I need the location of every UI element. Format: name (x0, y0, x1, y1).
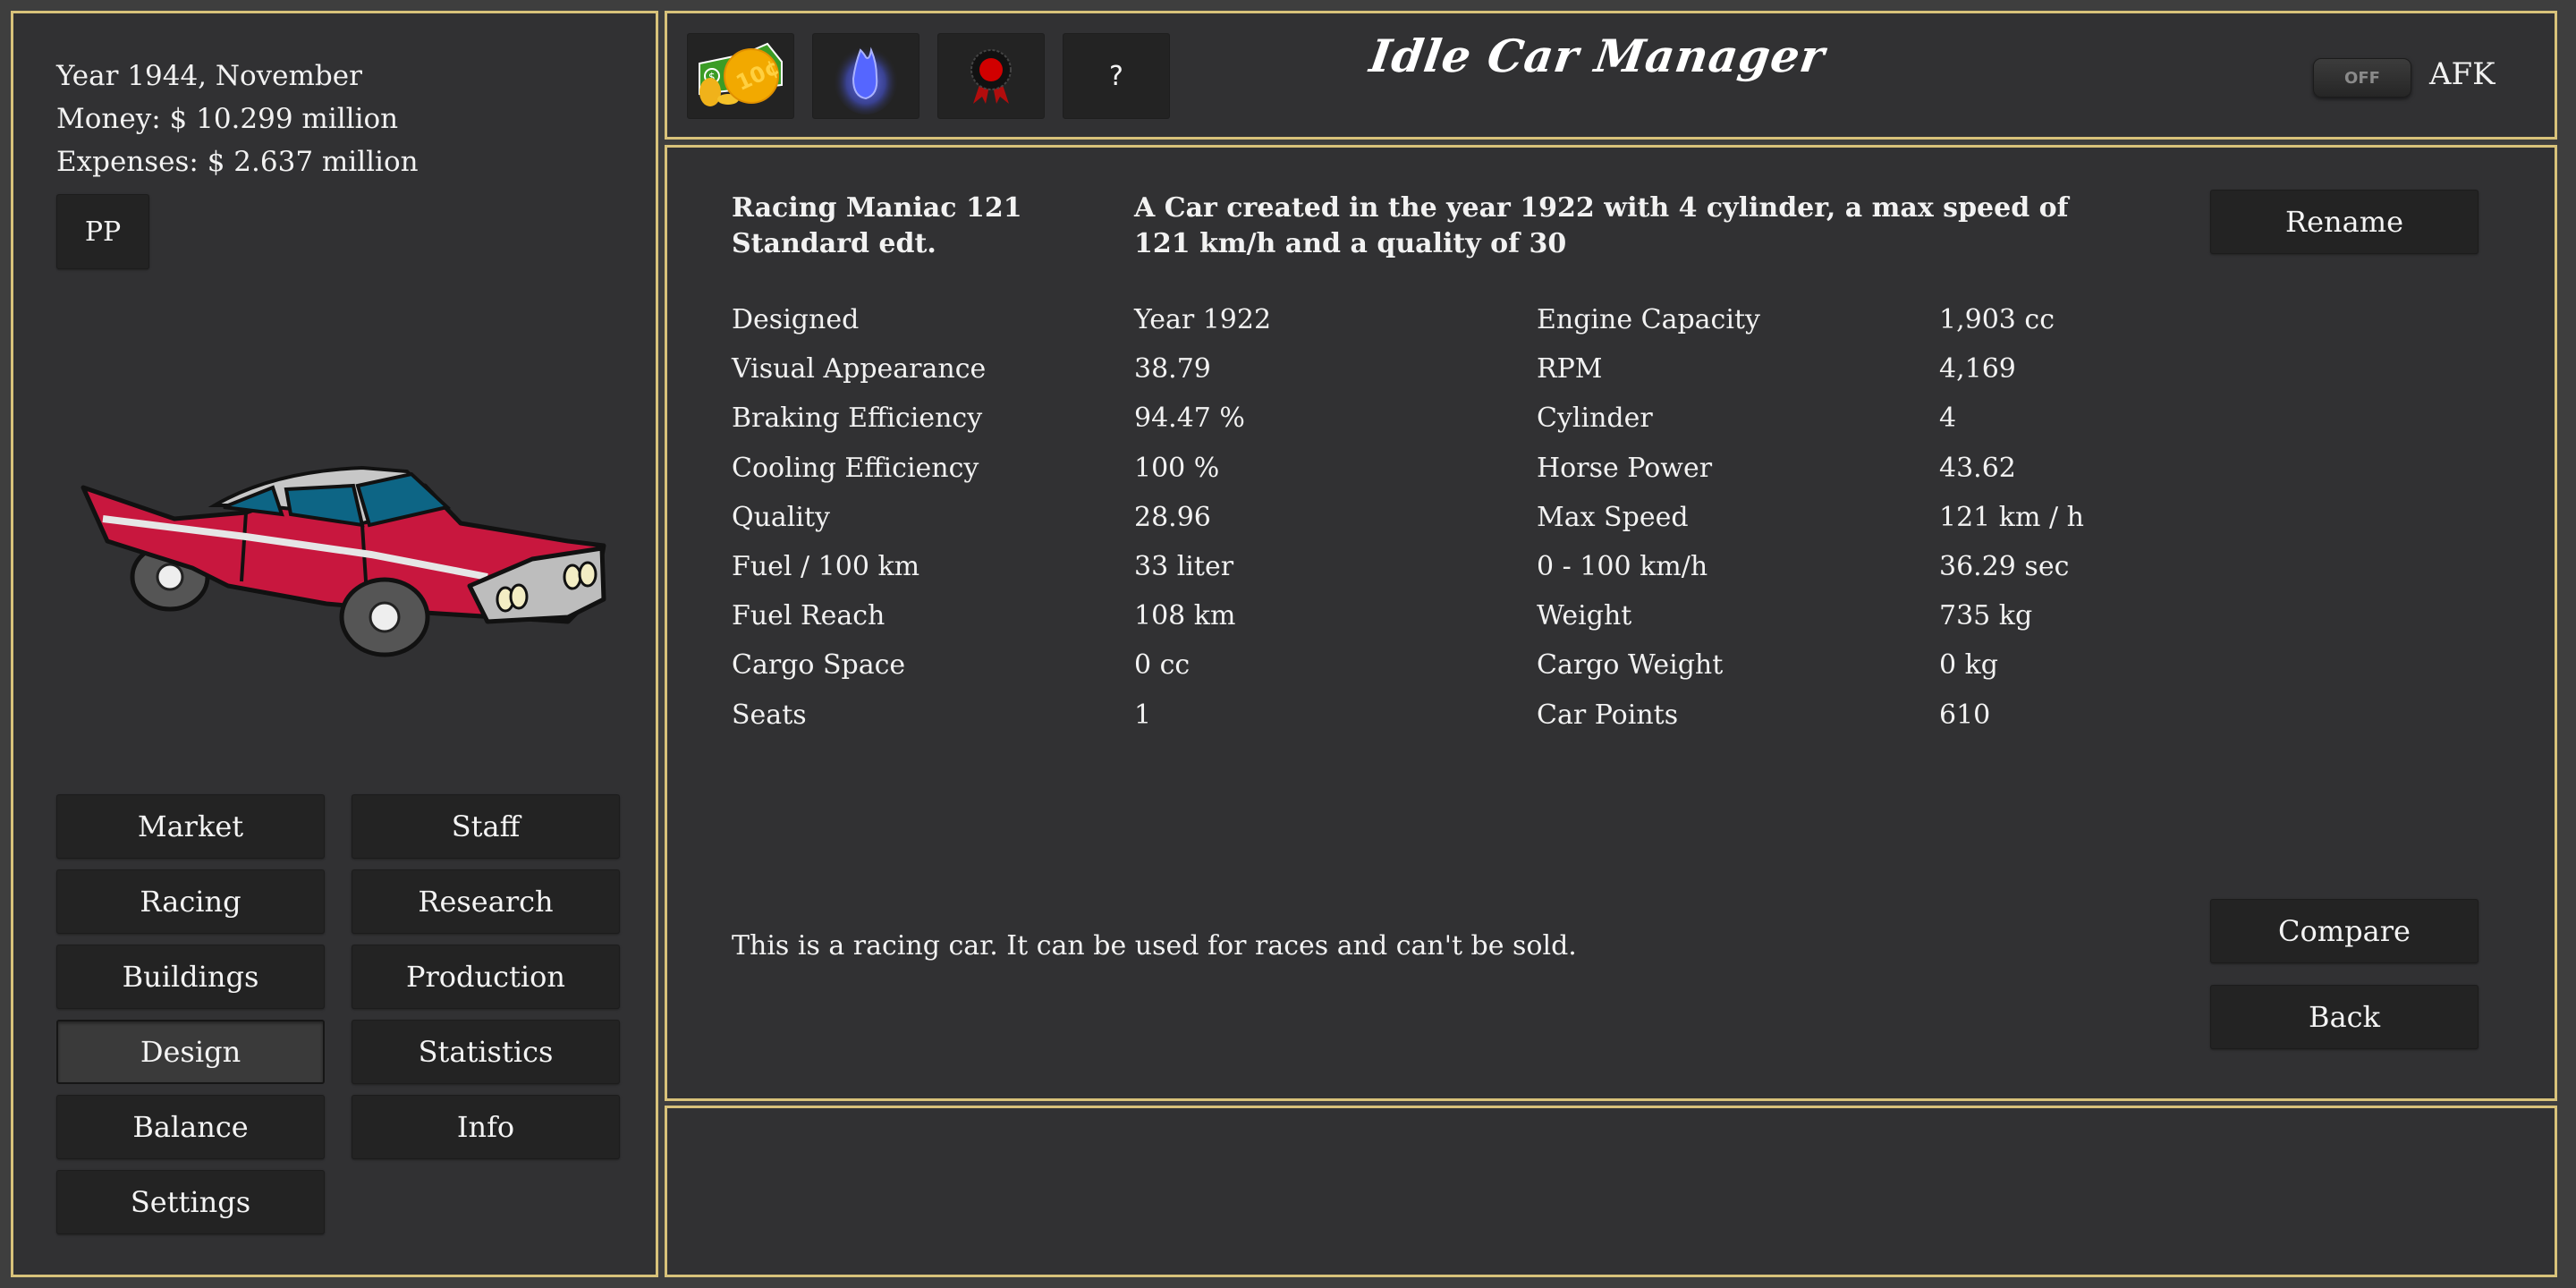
stat-label: Braking Efficiency (732, 402, 983, 435)
stat-label: Designed (732, 304, 860, 335)
stats-right-values: 1,903 cc 4,169 4 43.62 121 km / h 36.29 … (1939, 295, 2084, 740)
stat-label: Quality (732, 501, 830, 533)
nav-racing-button[interactable]: Racing (56, 869, 325, 934)
stat-label: Cylinder (1537, 402, 1653, 435)
stats-left-values: Year 1922 38.79 94.47 % 100 % 28.96 33 l… (1134, 295, 1271, 740)
compare-button[interactable]: Compare (2210, 899, 2479, 963)
stat-value: 94.47 % (1134, 402, 1245, 435)
car-name: Racing Maniac 121 Standard edt. (732, 192, 1022, 259)
help-icon: ? (1109, 60, 1123, 92)
nav-settings-button[interactable]: Settings (56, 1170, 325, 1234)
stat-value: 4,169 (1939, 353, 2016, 386)
stat-label: Car Points (1537, 699, 1679, 731)
stat-label: Fuel / 100 km (732, 550, 920, 582)
stats-right-labels: Engine Capacity RPM Cylinder Horse Power… (1537, 295, 1760, 740)
nav-statistics-button[interactable]: Statistics (352, 1020, 620, 1084)
stat-value: 735 kg (1939, 600, 2033, 632)
stat-label: 0 - 100 km/h (1537, 550, 1708, 582)
game-title: Idle Car Manager (1366, 30, 1829, 82)
left-panel: Year 1944, November Money: $ 10.299 mill… (11, 11, 658, 1277)
stat-label: Max Speed (1537, 501, 1689, 533)
back-button[interactable]: Back (2210, 985, 2479, 1049)
stat-value: 28.96 (1134, 501, 1211, 533)
stat-label: Engine Capacity (1537, 304, 1760, 335)
stat-value: Year 1922 (1134, 304, 1272, 335)
stat-value: 108 km (1134, 600, 1236, 632)
nav-market-button[interactable]: Market (56, 794, 325, 859)
bottom-panel (665, 1106, 2557, 1277)
nav-staff-button[interactable]: Staff (352, 794, 620, 859)
pp-button[interactable]: PP (56, 194, 149, 269)
stat-label: Cooling Efficiency (732, 452, 979, 484)
stat-label: Cargo Space (732, 649, 906, 682)
nav-design-button[interactable]: Design (56, 1020, 325, 1084)
top-bar: $ 10¢ ? Idle Car Manager OFF AFK (665, 11, 2557, 140)
stat-label: Seats (732, 699, 807, 731)
stat-value: 36.29 sec (1939, 550, 2070, 582)
car-description: A Car created in the year 1922 with 4 cy… (1134, 192, 2069, 259)
stat-value: 0 cc (1134, 649, 1191, 682)
stat-value: 1 (1134, 699, 1152, 731)
stat-label: Cargo Weight (1537, 649, 1724, 682)
afk-toggle[interactable]: OFF (2313, 58, 2411, 97)
stats-left-labels: Designed Visual Appearance Braking Effic… (732, 295, 986, 740)
award-rosette-icon (970, 49, 1012, 104)
nav-production-button[interactable]: Production (352, 945, 620, 1009)
nav-buildings-button[interactable]: Buildings (56, 945, 325, 1009)
stat-value: 4 (1939, 402, 1957, 435)
expenses-label: Expenses: $ 2.637 million (56, 146, 419, 178)
money-coin-icon: $ 10¢ (699, 42, 784, 106)
racing-car-note: This is a racing car. It can be used for… (732, 930, 1577, 962)
stat-value: 0 kg (1939, 649, 1999, 682)
stat-label: Weight (1537, 600, 1632, 632)
stat-label: Visual Appearance (732, 353, 987, 386)
date-label: Year 1944, November (56, 60, 362, 92)
stat-value: 100 % (1134, 452, 1220, 484)
stat-label: RPM (1537, 353, 1603, 386)
money-label: Money: $ 10.299 million (56, 103, 399, 135)
nav-research-button[interactable]: Research (352, 869, 620, 934)
achievements-button[interactable] (937, 33, 1045, 119)
stat-value: 121 km / h (1939, 501, 2084, 533)
stat-label: Horse Power (1537, 452, 1713, 484)
nav-balance-button[interactable]: Balance (56, 1095, 325, 1159)
stat-value: 38.79 (1134, 353, 1211, 386)
boost-button[interactable] (812, 33, 919, 119)
car-details-panel: Racing Maniac 121 Standard edt. A Car cr… (665, 145, 2557, 1101)
stat-value: 610 (1939, 699, 1991, 731)
stat-value: 1,903 cc (1939, 304, 2055, 335)
money-shop-button[interactable]: $ 10¢ (687, 33, 794, 119)
car-icon (80, 465, 606, 657)
stat-value: 33 liter (1134, 550, 1234, 582)
stat-label: Fuel Reach (732, 600, 886, 632)
afk-label: AFK (2429, 56, 2496, 92)
nav-info-button[interactable]: Info (352, 1095, 620, 1159)
rename-button[interactable]: Rename (2210, 190, 2479, 254)
stat-value: 43.62 (1939, 452, 2016, 484)
help-button[interactable]: ? (1063, 33, 1170, 119)
blue-flame-icon (834, 43, 898, 114)
